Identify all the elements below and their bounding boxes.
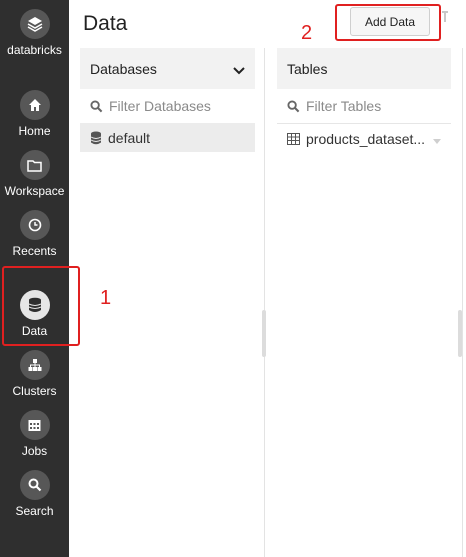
database-item-label: default — [108, 129, 151, 146]
resize-handle-right[interactable] — [458, 310, 462, 357]
databricks-logo[interactable]: databricks — [0, 9, 69, 57]
table-icon — [287, 132, 300, 145]
sidebar-item-clusters[interactable]: Clusters — [0, 350, 69, 398]
sidebar-item-label: Jobs — [21, 444, 48, 458]
hint-icon — [441, 10, 449, 24]
sidebar-item-workspace[interactable]: Workspace — [0, 150, 69, 198]
page-title: Data — [83, 12, 128, 35]
filter-databases-placeholder: Filter Databases — [109, 98, 211, 114]
sidebar-item-home[interactable]: Home — [0, 90, 69, 138]
sidebar-item-label: Workspace — [4, 184, 65, 198]
clock-icon — [19, 210, 50, 240]
chevron-down-icon[interactable] — [233, 62, 245, 78]
search-icon — [90, 99, 103, 113]
sidebar-item-recents[interactable]: Recents — [0, 210, 69, 258]
table-item-products[interactable]: products_dataset... — [277, 123, 451, 153]
annotation-number-2: 2 — [301, 22, 313, 44]
database-icon — [90, 131, 102, 145]
panel-divider-right — [462, 48, 463, 557]
table-item-label: products_dataset... — [306, 130, 426, 147]
sidebar-item-label: Clusters — [12, 384, 57, 398]
tables-panel: Tables Filter Tables products_dataset... — [277, 48, 451, 557]
panel-divider — [264, 48, 265, 557]
sidebar-item-label: Recents — [12, 244, 57, 258]
sidebar-item-label: Home — [18, 124, 51, 138]
sidebar-item-label: Search — [15, 504, 54, 518]
calendar-icon — [19, 410, 50, 440]
search-icon — [19, 470, 50, 500]
home-icon — [19, 90, 50, 120]
resize-handle[interactable] — [262, 310, 266, 357]
database-item-default[interactable]: default — [80, 123, 255, 152]
folder-icon — [19, 150, 50, 180]
search-icon — [287, 99, 300, 113]
annotation-box-2 — [335, 4, 441, 41]
clusters-icon — [19, 350, 50, 380]
filter-tables-input[interactable]: Filter Tables — [277, 89, 451, 123]
filter-tables-placeholder: Filter Tables — [306, 98, 382, 114]
brand-label: databricks — [7, 43, 62, 57]
databases-header[interactable]: Databases — [80, 48, 255, 89]
databases-panel: Databases Filter Databases default — [80, 48, 255, 557]
databricks-logo-icon — [19, 9, 50, 39]
tables-header: Tables — [277, 48, 451, 89]
annotation-box-1 — [2, 266, 80, 346]
filter-databases-input[interactable]: Filter Databases — [80, 89, 255, 123]
sidebar-item-search[interactable]: Search — [0, 470, 69, 518]
databases-title: Databases — [90, 60, 157, 77]
sidebar-item-jobs[interactable]: Jobs — [0, 410, 69, 458]
caret-down-icon[interactable] — [433, 131, 442, 147]
tables-title: Tables — [287, 60, 328, 77]
